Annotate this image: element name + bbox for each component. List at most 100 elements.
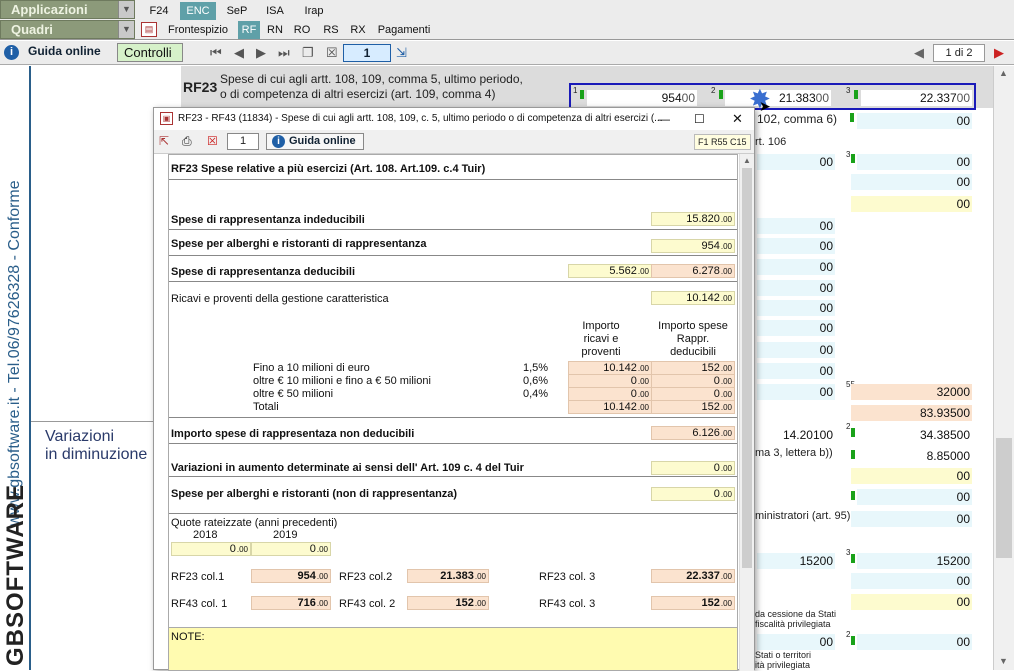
cell[interactable]: 00 [757,320,835,336]
scroll-thumb[interactable] [996,438,1012,558]
delete-page-icon[interactable]: ☒ [326,45,338,61]
cell[interactable]: 00 [757,384,835,400]
dialog-scrollbar[interactable]: ▲ [739,154,754,671]
cell[interactable]: 00 [851,511,972,527]
tab-ro[interactable]: RO [290,21,314,39]
cell[interactable]: 00 [851,594,972,610]
indeducibili-field[interactable]: 15.820.00 [651,212,735,226]
cell[interactable]: 00 [757,300,835,316]
rf23-col3-cell[interactable]: 22.33700 [861,90,972,106]
tab-pagamenti[interactable]: Pagamenti [374,21,434,39]
nondeducibili-label: Importo spese di rappresentaza non deduc… [171,428,415,440]
ricavi-field[interactable]: 10.142.00 [651,291,735,305]
totali-label: Totali [253,401,279,413]
next-sheet-icon[interactable]: ▶ [994,45,1004,61]
cell[interactable]: 00 [757,218,835,234]
cell[interactable]: 00 [851,468,972,484]
fascia3-ricavi: 0.00 [568,387,652,401]
cell[interactable]: 00 [851,573,972,589]
cell[interactable]: 00 [757,280,835,296]
totali-spese: 152.00 [651,400,735,414]
go-to-page-icon[interactable]: ⇲ [396,45,407,61]
maximize-icon[interactable]: ☐ [694,108,705,130]
rf23-col1-cell[interactable]: 95400 [587,90,697,106]
quota-2018-field[interactable]: 0.00 [171,542,251,556]
tab-frontespizio[interactable]: Frontespizio [164,21,232,39]
cell[interactable]: 83.93500 [851,405,972,421]
notes-area[interactable]: NOTE: [169,627,737,670]
scroll-down-icon[interactable]: ▼ [999,656,1008,666]
info-icon: i [272,135,285,148]
cell[interactable]: 00 [857,154,972,170]
gb-logo: GBSOFTWARE [2,484,29,666]
cell[interactable]: 00 [757,154,835,170]
scroll-up-icon[interactable]: ▲ [999,68,1008,78]
dialog-title-bar: ▣ RF23 - RF43 (11834) - Spese di cui agl… [154,108,754,130]
cell[interactable]: 34.38500 [857,427,972,443]
scroll-thumb[interactable] [742,168,752,568]
variazioni-field[interactable]: 0.00 [651,461,735,475]
print-icon[interactable]: ⎙ [182,134,192,149]
col-head-ricavi-3: proventi [581,346,621,358]
tab-irap[interactable]: Irap [296,2,332,20]
deducibili-field-1[interactable]: 5.562.00 [568,264,652,278]
rf23-code: RF23 [183,79,218,95]
col1-number: 1 [573,86,578,95]
cell[interactable]: 00 [857,489,972,505]
info-icon: i [4,45,19,60]
cell[interactable]: 15200 [857,553,972,569]
field-reference-tag: F1 R55 C15 [694,134,751,150]
vertical-scrollbar[interactable]: ▲ ▼ [993,66,1014,670]
export-icon[interactable]: ⇱ [159,134,169,148]
row-art106-text: rt. 106 [755,136,787,148]
cell[interactable]: 00 [757,363,835,379]
pdf-icon[interactable]: ▤ [141,22,157,37]
tab-f24[interactable]: F24 [142,2,176,20]
cell[interactable]: 8.85000 [857,448,972,464]
cell[interactable]: 32000 [851,384,972,400]
dialog-page-field[interactable]: 1 [227,133,259,150]
applicazioni-select[interactable]: Applicazioni ▼ [0,0,135,19]
tab-rs[interactable]: RS [320,21,342,39]
quadri-select[interactable]: Quadri ▼ [0,20,135,39]
first-page-icon[interactable]: ⏮ [210,45,222,61]
cell[interactable]: 00 [851,174,972,190]
tab-enc[interactable]: ENC [180,2,216,20]
scroll-up-icon[interactable]: ▲ [743,156,751,165]
nonrappr-field[interactable]: 0.00 [651,487,735,501]
prev-sheet-icon[interactable]: ◀ [914,45,924,61]
cell[interactable]: 00 [757,238,835,254]
col2-number: 2 [846,630,851,639]
cell[interactable]: 00 [757,259,835,275]
cell[interactable]: 00 [857,113,972,129]
controlli-button[interactable]: Controlli [117,43,183,62]
chevron-down-icon[interactable]: ▼ [118,21,134,38]
chevron-down-icon[interactable]: ▼ [118,1,134,18]
cell[interactable]: 00 [757,342,835,358]
next-page-icon[interactable]: ▶ [256,45,266,61]
green-flag-icon [850,113,854,122]
cell[interactable]: 15200 [757,553,835,569]
cell[interactable]: 00 [757,634,835,650]
guida-online-button[interactable]: Guida online [22,43,107,62]
cell[interactable]: 00 [857,634,972,650]
tab-sep[interactable]: SeP [220,2,254,20]
rf23-col2-cell[interactable]: 21.38300 [725,90,831,106]
tab-rn[interactable]: RN [264,21,286,39]
quota-2019-field[interactable]: 0.00 [251,542,331,556]
page-number-field[interactable]: 1 [343,44,391,62]
copy-icon[interactable]: ❐ [302,45,314,61]
tab-isa[interactable]: ISA [258,2,292,20]
tab-rf[interactable]: RF [238,21,260,39]
minimize-icon[interactable]: — [658,108,670,130]
tab-rx[interactable]: RX [347,21,369,39]
alberghi-field[interactable]: 954.00 [651,239,735,253]
close-icon[interactable]: ✕ [732,108,743,130]
prev-page-icon[interactable]: ◀ [234,45,244,61]
cell[interactable]: 00 [851,196,972,212]
dialog-guida-button[interactable]: i Guida online [266,133,364,150]
last-page-icon[interactable]: ⏭ [278,45,290,61]
delete-icon[interactable]: ☒ [207,134,218,148]
cell[interactable]: 14.20100 [757,427,835,443]
green-flag-icon [851,428,855,437]
